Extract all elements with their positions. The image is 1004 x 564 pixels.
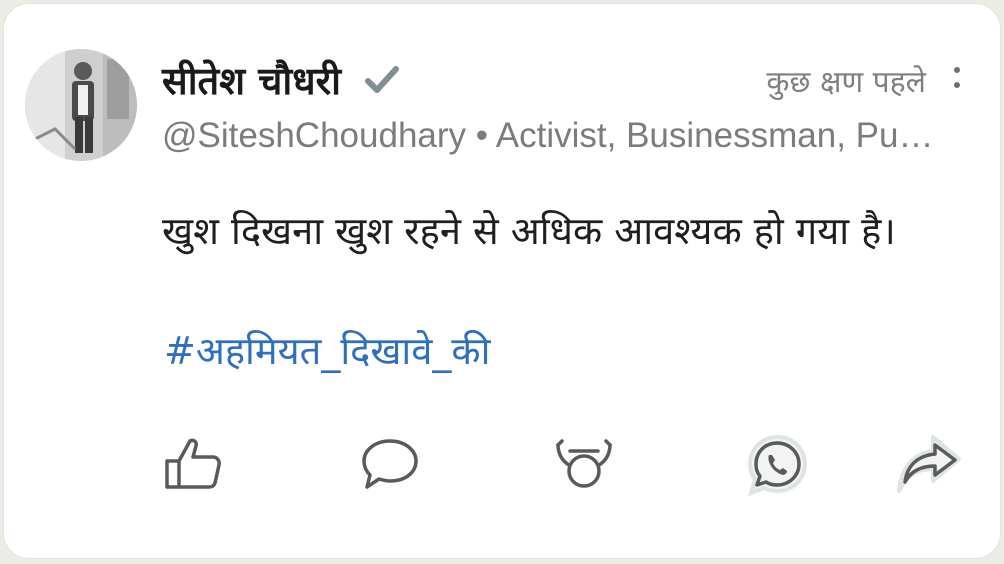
avatar-photo (25, 49, 137, 161)
avatar[interactable] (25, 49, 137, 161)
share-arrow-icon[interactable] (893, 429, 965, 501)
bull-face-icon[interactable] (548, 429, 620, 501)
post-text: खुश दिखना खुश रहने से अधिक आवश्यक हो गया… (162, 209, 896, 253)
timestamp: कुछ क्षण पहले (766, 65, 926, 100)
author-name[interactable]: सीतेश चौधरी (162, 54, 341, 106)
whatsapp-icon[interactable] (741, 429, 813, 501)
thumbs-up-icon[interactable] (157, 429, 229, 501)
more-options-icon[interactable] (952, 64, 962, 98)
author-row: सीतेश चौधरी (162, 54, 401, 106)
verified-check-icon (363, 61, 401, 99)
hashtag-link[interactable]: #अहमियत_दिखावे_की (164, 324, 490, 376)
post-card: सीतेश चौधरी कुछ क्षण पहले @SiteshChoudha… (3, 3, 1001, 559)
speech-bubble-icon[interactable] (354, 429, 426, 501)
author-handle-bio: @SiteshChoudhary • Activist, Businessman… (162, 116, 942, 155)
